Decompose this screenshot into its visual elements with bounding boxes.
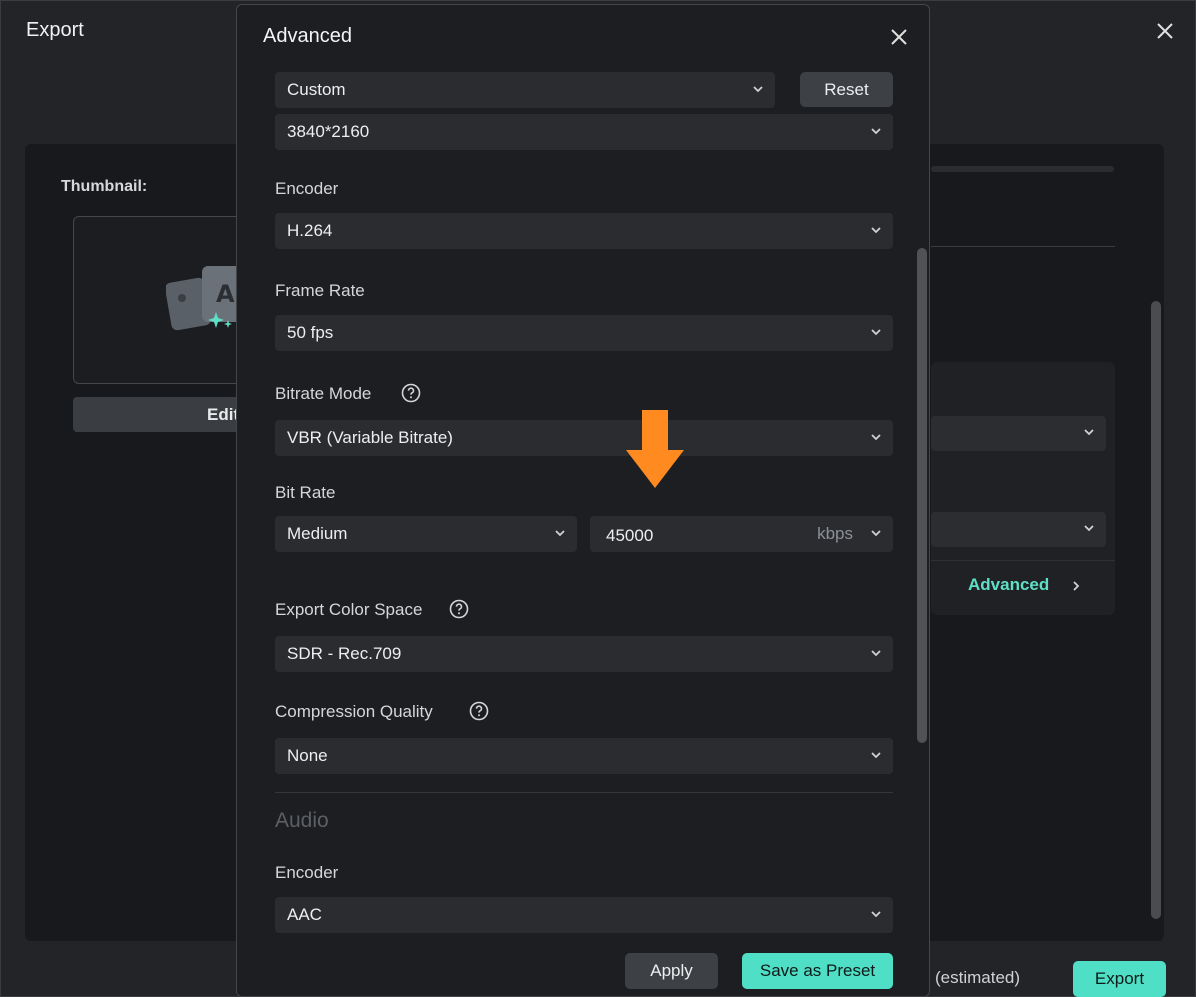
audio-section-title: Audio — [275, 809, 329, 832]
chevron-down-icon — [1084, 429, 1094, 436]
advanced-dialog: Advanced Custom Reset 3840*2160 Encoder … — [236, 4, 930, 997]
chevron-right-icon[interactable] — [1069, 579, 1083, 593]
chevron-down-icon — [871, 128, 881, 135]
bit-rate-value: 45000 — [606, 526, 654, 545]
audio-encoder-value: AAC — [287, 905, 322, 924]
color-space-value: SDR - Rec.709 — [287, 644, 402, 663]
chevron-down-icon — [1084, 525, 1094, 532]
export-button[interactable]: Export — [1073, 961, 1166, 997]
dialog-scrollbar[interactable] — [917, 248, 927, 743]
bit-rate-unit: kbps — [817, 524, 853, 543]
resolution-select[interactable]: 3840*2160 — [275, 114, 893, 150]
right-card-separator — [931, 560, 1115, 561]
compression-quality-value: None — [287, 746, 328, 765]
preset-select[interactable]: Custom — [275, 72, 775, 108]
chevron-down-icon — [555, 530, 565, 537]
right-divider — [931, 246, 1115, 247]
encoder-label: Encoder — [275, 179, 339, 198]
audio-encoder-select[interactable]: AAC — [275, 897, 893, 933]
audio-encoder-label: Encoder — [275, 863, 339, 882]
bitrate-mode-label: Bitrate Mode — [275, 384, 372, 403]
resolution-value: 3840*2160 — [287, 122, 370, 141]
chevron-down-icon — [871, 911, 881, 918]
help-icon[interactable] — [449, 599, 469, 619]
thumbnail-label: Thumbnail: — [61, 178, 148, 195]
encoder-select[interactable]: H.264 — [275, 213, 893, 249]
frame-rate-select[interactable]: 50 fps — [275, 315, 893, 351]
encoder-value: H.264 — [287, 221, 333, 240]
estimated-size-text: (estimated) — [935, 968, 1021, 987]
preset-value: Custom — [287, 80, 346, 99]
export-window-title: Export — [26, 19, 84, 41]
right-select-1[interactable] — [931, 416, 1106, 451]
chevron-down-icon — [871, 329, 881, 336]
apply-button[interactable]: Apply — [625, 953, 718, 989]
compression-quality-label: Compression Quality — [275, 702, 433, 721]
frame-rate-value: 50 fps — [287, 323, 334, 342]
compression-quality-select[interactable]: None — [275, 738, 893, 774]
dialog-title: Advanced — [263, 25, 352, 47]
bit-rate-label: Bit Rate — [275, 483, 336, 502]
arrow-down-icon — [626, 410, 684, 488]
right-select-2[interactable] — [931, 512, 1106, 547]
chevron-down-icon — [753, 86, 763, 93]
bitrate-mode-select[interactable]: VBR (Variable Bitrate) — [275, 420, 893, 456]
chevron-down-icon — [871, 227, 881, 234]
chevron-down-icon — [871, 650, 881, 657]
export-scrollbar[interactable] — [1151, 301, 1161, 919]
svg-text:A: A — [216, 280, 235, 308]
chevron-down-icon[interactable] — [869, 526, 883, 540]
right-top-divider — [931, 166, 1114, 172]
help-icon[interactable] — [469, 701, 489, 721]
chevron-down-icon — [871, 434, 881, 441]
save-as-preset-button[interactable]: Save as Preset — [742, 953, 893, 989]
color-space-select[interactable]: SDR - Rec.709 — [275, 636, 893, 672]
reset-button[interactable]: Reset — [800, 72, 893, 107]
bit-rate-level-select[interactable]: Medium — [275, 516, 577, 552]
advanced-link[interactable]: Advanced — [968, 575, 1049, 595]
export-close-icon[interactable] — [1153, 19, 1177, 43]
bitrate-mode-value: VBR (Variable Bitrate) — [287, 428, 453, 447]
bit-rate-value-input[interactable]: 45000 kbps — [590, 516, 893, 552]
frame-rate-label: Frame Rate — [275, 281, 365, 300]
audio-section-separator — [275, 792, 893, 793]
chevron-down-icon — [871, 752, 881, 759]
color-space-label: Export Color Space — [275, 600, 423, 619]
close-icon[interactable] — [887, 25, 911, 49]
bit-rate-level-value: Medium — [287, 524, 348, 543]
help-icon[interactable] — [401, 383, 421, 403]
